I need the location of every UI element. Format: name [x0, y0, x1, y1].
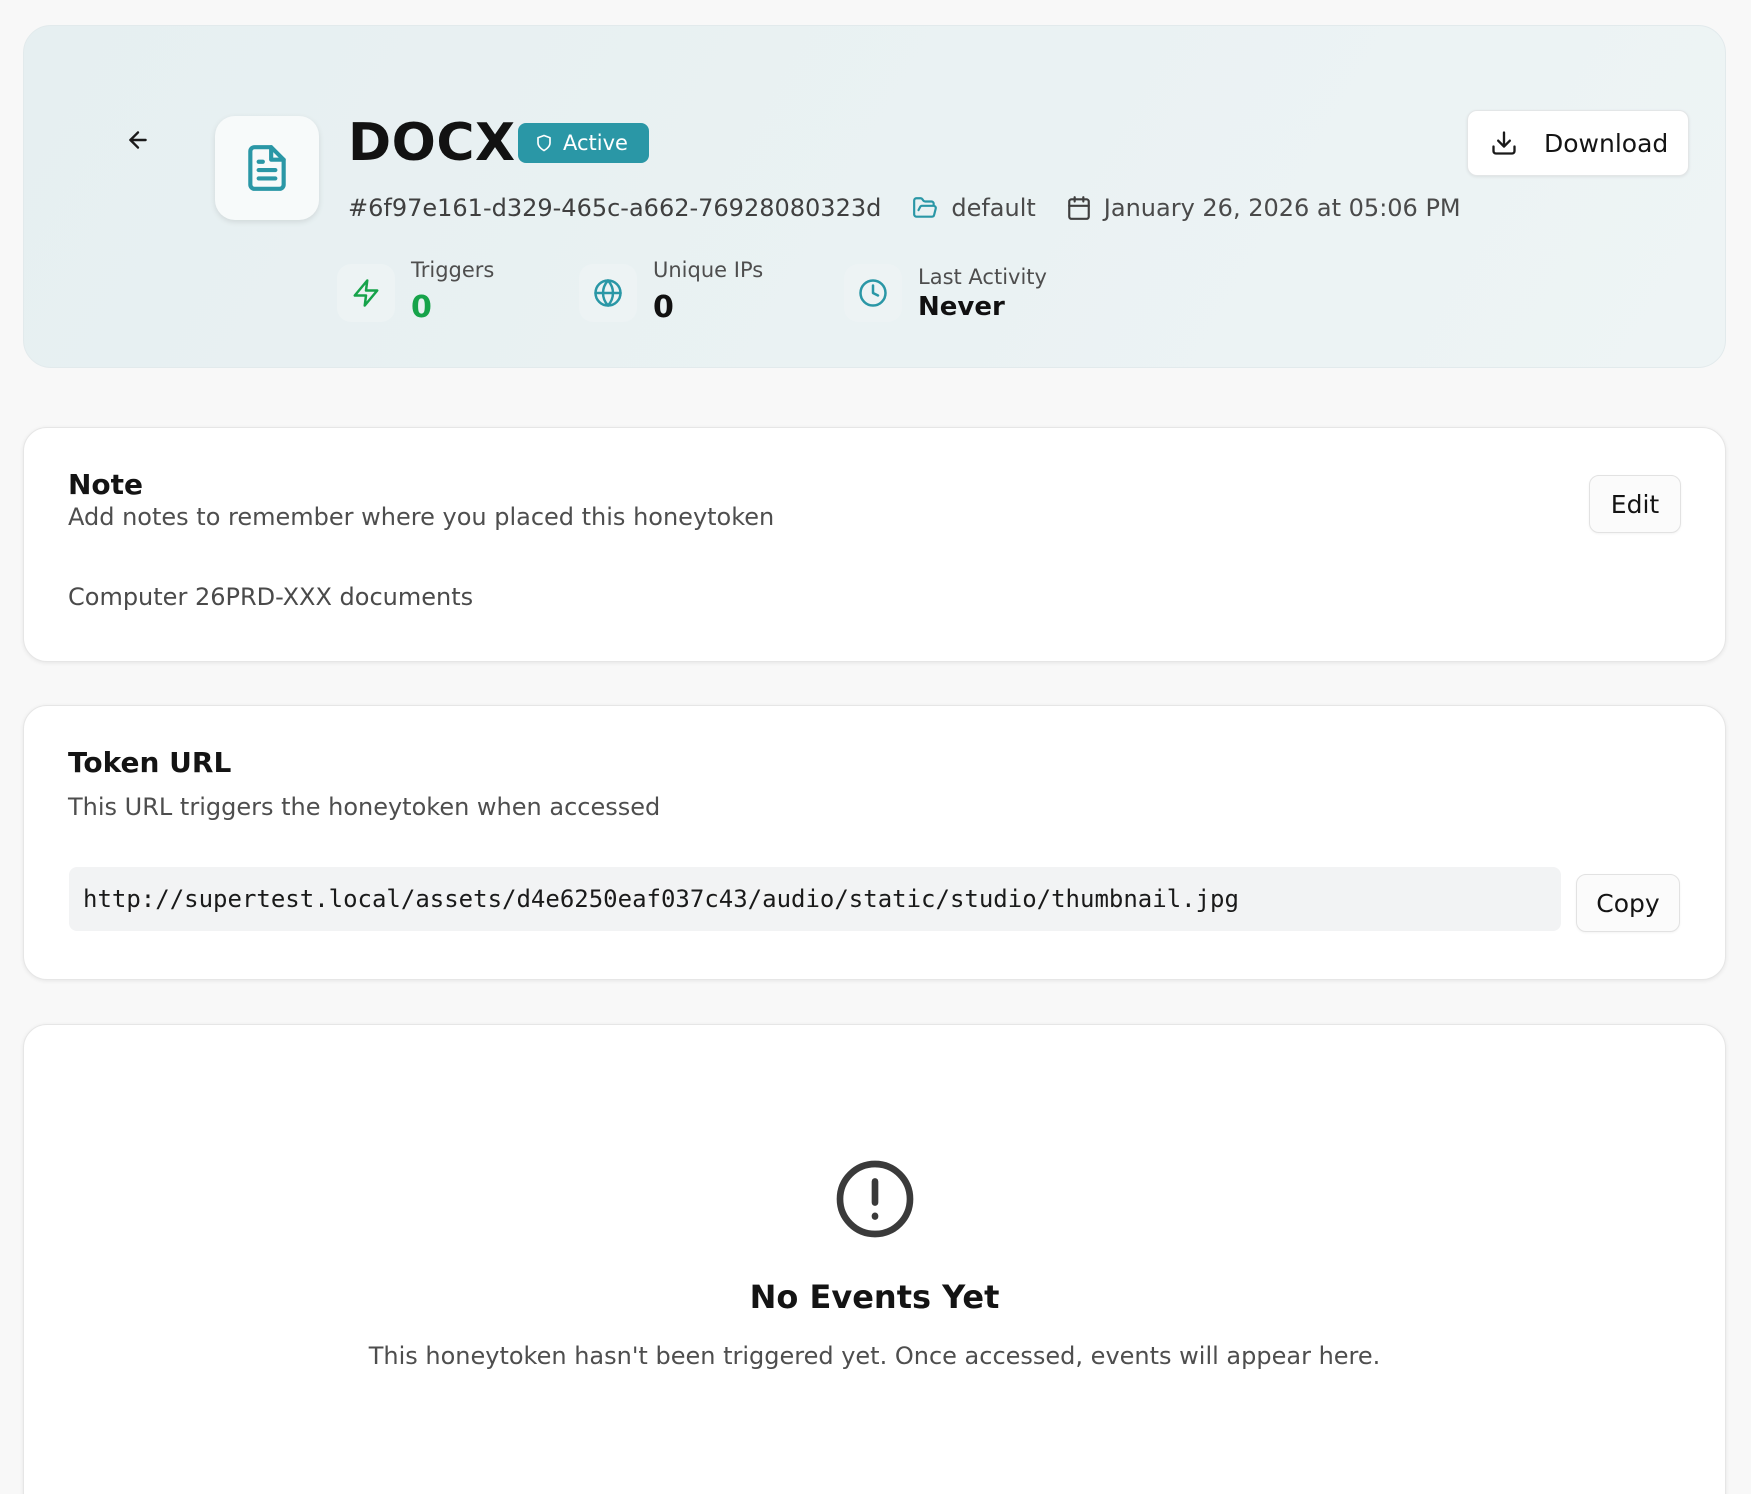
- zap-icon: [353, 279, 379, 307]
- download-icon: [1492, 131, 1516, 155]
- stat-unique-ips-value: 0: [653, 290, 674, 325]
- note-subtitle: Add notes to remember where you placed t…: [68, 503, 775, 531]
- token-folder-label: default: [951, 194, 1036, 222]
- clock-icon: [859, 279, 887, 307]
- stat-unique-ips: Unique IPs 0: [579, 258, 779, 328]
- stat-triggers-value: 0: [411, 290, 432, 325]
- back-button[interactable]: [116, 118, 160, 162]
- token-url-field[interactable]: http://supertest.local/assets/d4e6250eaf…: [69, 867, 1561, 931]
- arrow-left-icon: [129, 131, 147, 149]
- events-card: No Events Yet This honeytoken hasn't bee…: [23, 1024, 1726, 1494]
- empty-state-title: No Events Yet: [749, 1278, 1000, 1316]
- download-button[interactable]: Download: [1467, 110, 1689, 176]
- note-card: Note Add notes to remember where you pla…: [23, 427, 1726, 662]
- token-type-title: DOCX: [348, 113, 516, 173]
- stat-triggers: Triggers 0: [337, 258, 517, 328]
- token-created: January 26, 2026 at 05:06 PM: [1066, 194, 1461, 222]
- folder-open-icon: [913, 197, 938, 218]
- token-header-card: DOCX Active Download #6f97e161-d329-465c…: [23, 25, 1726, 368]
- note-content: Computer 26PRD-XXX documents: [68, 583, 474, 611]
- stat-triggers-label: Triggers: [411, 258, 495, 282]
- token-url-subtitle: This URL triggers the honeytoken when ac…: [68, 793, 661, 821]
- stat-unique-ips-label: Unique IPs: [653, 258, 764, 282]
- token-created-label: January 26, 2026 at 05:06 PM: [1103, 194, 1461, 222]
- token-url-title: Token URL: [68, 746, 232, 779]
- note-title: Note: [68, 468, 144, 501]
- file-text-icon: [248, 145, 286, 191]
- token-id: #6f97e161-d329-465c-a662-76928080323d: [348, 194, 882, 222]
- alert-circle-icon: [836, 1160, 913, 1238]
- stat-last-activity-label: Last Activity: [918, 265, 1047, 289]
- token-url-card: Token URL This URL triggers the honeytok…: [23, 705, 1726, 980]
- stat-last-activity-value: Never: [918, 292, 1005, 322]
- status-badge-label: Active: [563, 131, 628, 155]
- calendar-icon: [1067, 196, 1090, 220]
- shield-icon: [537, 134, 551, 152]
- token-folder: default: [911, 194, 1036, 222]
- stat-last-activity: Last Activity Never: [844, 258, 1064, 328]
- token-meta-row: #6f97e161-d329-465c-a662-76928080323d de…: [348, 190, 1461, 226]
- empty-state-text: This honeytoken hasn't been triggered ye…: [368, 1342, 1381, 1370]
- file-type-tile: [215, 116, 319, 220]
- download-button-label: Download: [1544, 128, 1669, 158]
- globe-icon: [594, 279, 622, 307]
- copy-url-button[interactable]: Copy: [1576, 874, 1680, 932]
- status-badge: Active: [518, 123, 649, 163]
- edit-note-button[interactable]: Edit: [1589, 475, 1681, 533]
